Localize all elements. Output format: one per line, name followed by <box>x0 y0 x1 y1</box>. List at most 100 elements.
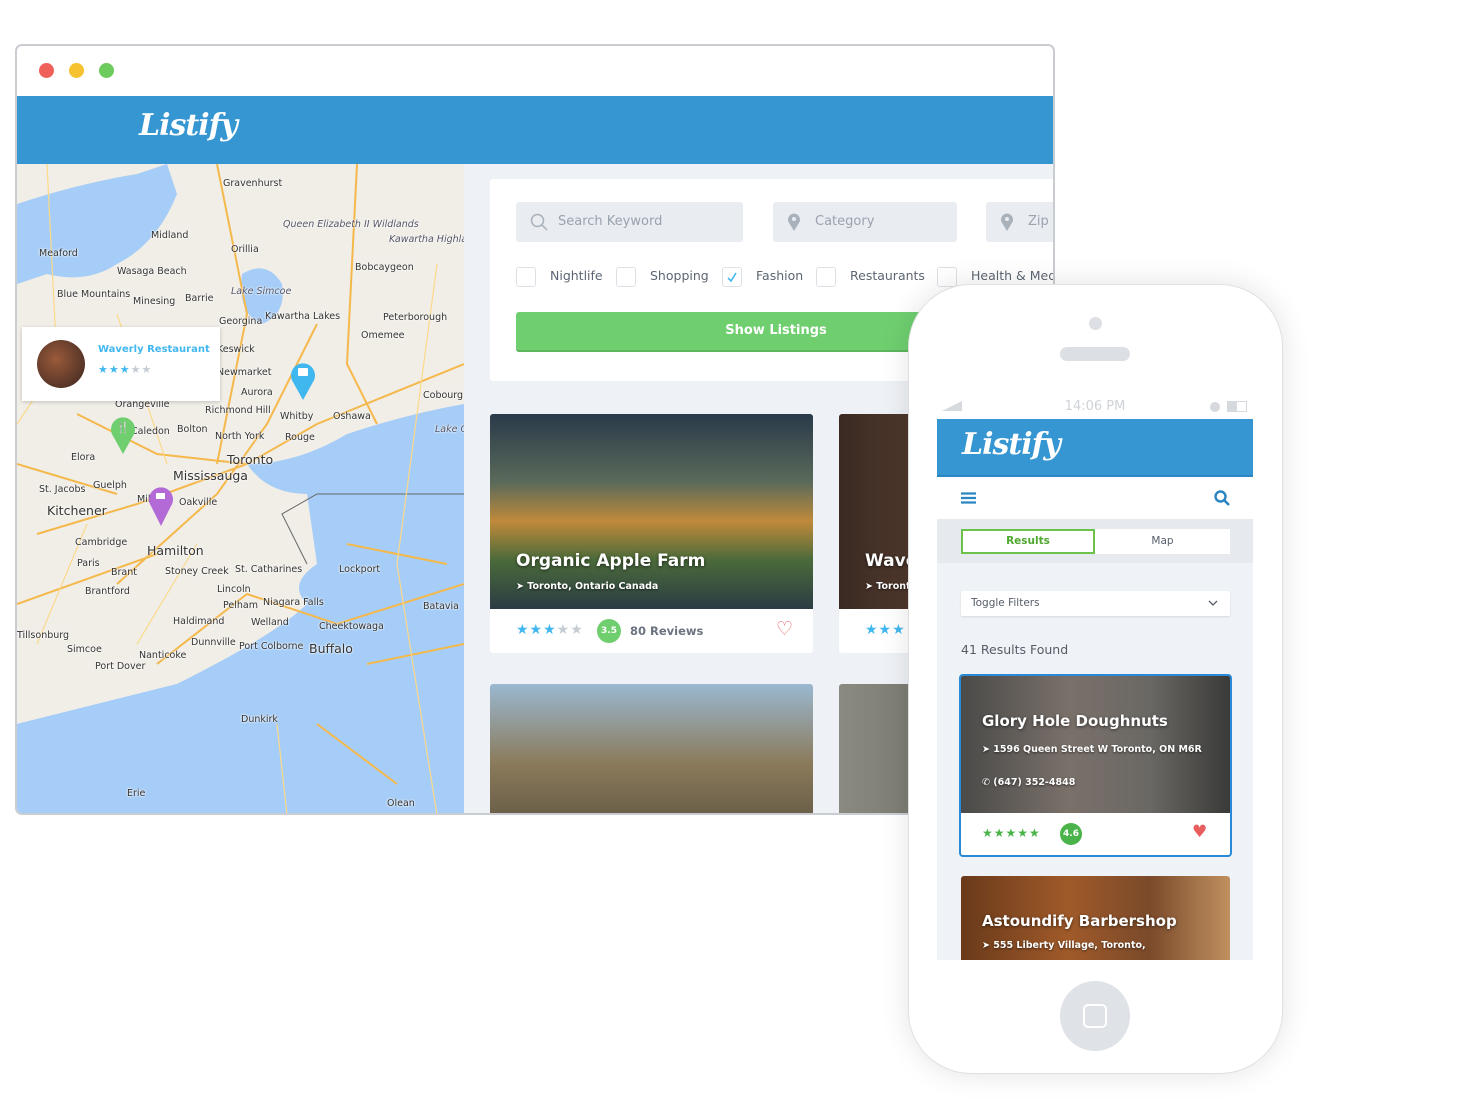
listing-phone[interactable]: ✆ (647) 352-4848 <box>982 777 1075 788</box>
listing-title[interactable]: Organic Apple Farm <box>516 551 705 571</box>
map-label: Guelph <box>93 480 127 491</box>
map-label: Kitchener <box>47 503 107 518</box>
map-label: Whitby <box>280 411 314 422</box>
search-icon[interactable] <box>1214 490 1230 506</box>
map-label: Stoney Creek <box>165 566 229 577</box>
filter-label: Health & Medical <box>971 268 1055 283</box>
map-marker-restaurant[interactable]: 🍴 <box>110 414 136 458</box>
star-rating: ★★★★★ <box>516 622 584 638</box>
heart-filled-icon[interactable]: ♥ <box>1192 822 1207 842</box>
phone-screen: Listify Results Map Toggle Filters 41 Re… <box>937 419 1253 960</box>
map[interactable]: Gravenhurst Meaford Midland Orillia Wasaga B… <box>17 164 464 813</box>
listing-title[interactable]: Glory Hole Doughnuts <box>982 712 1168 730</box>
logo[interactable]: Listify <box>962 427 1061 462</box>
phone-listing-card[interactable]: Astoundify Barbershop ➤ 555 Liberty Vill… <box>961 876 1230 960</box>
review-count[interactable]: 80 Reviews <box>630 624 703 638</box>
phone-nav <box>937 477 1253 519</box>
map-label: Wasaga Beach <box>117 266 187 277</box>
map-label: Dunnville <box>191 637 236 648</box>
map-pin-icon <box>1001 213 1013 231</box>
filter-health-medical[interactable]: Health & Medical <box>937 266 1055 287</box>
map-marker-shop[interactable] <box>290 360 316 404</box>
map-label: Batavia <box>423 601 459 612</box>
filter-restaurants[interactable]: Restaurants <box>816 266 925 287</box>
site-header: Listify <box>17 96 1053 164</box>
phone-listing-card[interactable]: Glory Hole Doughnuts ➤ 1596 Queen Street… <box>959 674 1232 857</box>
heart-outline-icon[interactable]: ♡ <box>776 618 793 640</box>
map-label: Newmarket <box>217 367 272 378</box>
map-label: Gravenhurst <box>223 178 283 189</box>
map-label: Simcoe <box>67 644 102 655</box>
map-label: Cobourg <box>423 390 464 401</box>
filter-fashion[interactable]: Fashion <box>722 266 803 287</box>
listing-address: ➤ 1596 Queen Street W Toronto, ON M6R <box>982 741 1222 759</box>
listing-title[interactable]: Astoundify Barbershop <box>982 912 1177 930</box>
map-label: Welland <box>251 617 289 628</box>
rating-badge: 3.5 <box>597 619 621 643</box>
status-bar: 14:06 PM <box>937 397 1253 417</box>
checkbox-checked[interactable] <box>722 266 742 287</box>
rating-badge: 4.6 <box>1060 823 1082 845</box>
maximize-window-button[interactable] <box>99 63 114 78</box>
map-label: Lockport <box>339 564 381 575</box>
listing-address: ➤ 555 Liberty Village, Toronto, <box>982 940 1146 951</box>
home-button[interactable] <box>1060 981 1130 1051</box>
phone-mockup: 14:06 PM Listify Results Map Toggle Filt… <box>909 285 1282 1073</box>
map-label: Buffalo <box>309 641 353 656</box>
camera <box>1089 317 1102 330</box>
map-label: Lake Ontario <box>435 424 464 435</box>
checkbox[interactable] <box>937 266 957 287</box>
checkbox[interactable] <box>516 266 536 287</box>
map-label: Oshawa <box>333 411 371 422</box>
map-label: Lake Simcoe <box>231 286 292 297</box>
map-label: Haldimand <box>173 616 225 627</box>
map-label: Nanticoke <box>139 650 187 661</box>
category-placeholder: Category <box>815 214 875 229</box>
search-keyword-input[interactable]: Search Keyword <box>516 202 743 242</box>
zip-input[interactable]: Zip Code <box>986 202 1053 242</box>
hamburger-menu-icon[interactable] <box>961 492 976 504</box>
map-label: Elora <box>71 452 96 463</box>
map-label: North York <box>215 431 265 442</box>
tab-results[interactable]: Results <box>961 529 1095 554</box>
map-label: Blue Mountains <box>57 289 131 300</box>
star-rating: ★★★★★ <box>98 363 153 376</box>
location-arrow-icon: ➤ <box>516 581 528 592</box>
map-popup[interactable]: Waverly Restaurant ★★★★★ <box>22 327 220 401</box>
map-label: Barrie <box>185 293 214 304</box>
map-marker-coffee[interactable] <box>148 484 174 530</box>
listing-card-image[interactable] <box>490 684 813 813</box>
tab-map[interactable]: Map <box>1095 529 1230 554</box>
results-count: 41 Results Found <box>961 642 1069 657</box>
chevron-down-icon <box>1208 600 1218 606</box>
map-label: Dunkirk <box>241 714 278 725</box>
map-label: Brantford <box>85 586 130 597</box>
map-label: St. Catharines <box>235 564 303 575</box>
map-label: Paris <box>77 558 100 569</box>
listing-card[interactable]: Organic Apple Farm ➤ Toronto, Ontario Ca… <box>490 414 813 653</box>
minimize-window-button[interactable] <box>69 63 84 78</box>
map-label: Port Dover <box>95 661 146 672</box>
listing-image <box>490 414 813 609</box>
filter-nightlife[interactable]: Nightlife <box>516 266 603 287</box>
filter-label: Nightlife <box>550 268 603 283</box>
close-window-button[interactable] <box>39 63 54 78</box>
checkbox[interactable] <box>616 266 636 287</box>
search-icon <box>530 213 548 231</box>
map-label: Queen Elizabeth II Wildlands <box>283 219 419 230</box>
clock-icon <box>1210 402 1220 412</box>
address-text: 555 Liberty Village, Toronto, <box>993 940 1146 951</box>
phone-icon: ✆ <box>982 777 994 788</box>
popup-title[interactable]: Waverly Restaurant <box>98 344 210 355</box>
map-label: Midland <box>151 230 189 241</box>
map-pin-icon <box>788 213 800 231</box>
checkbox[interactable] <box>816 266 836 287</box>
map-label: Oakville <box>179 497 218 508</box>
star-rating: ★★★★★ <box>982 826 1041 840</box>
filter-label: Fashion <box>756 268 804 283</box>
map-label: Mississauga <box>173 468 248 483</box>
filter-shopping[interactable]: Shopping <box>616 266 709 287</box>
logo[interactable]: Listify <box>139 108 238 143</box>
category-input[interactable]: Category <box>773 202 957 242</box>
toggle-filters-dropdown[interactable]: Toggle Filters <box>961 591 1230 616</box>
